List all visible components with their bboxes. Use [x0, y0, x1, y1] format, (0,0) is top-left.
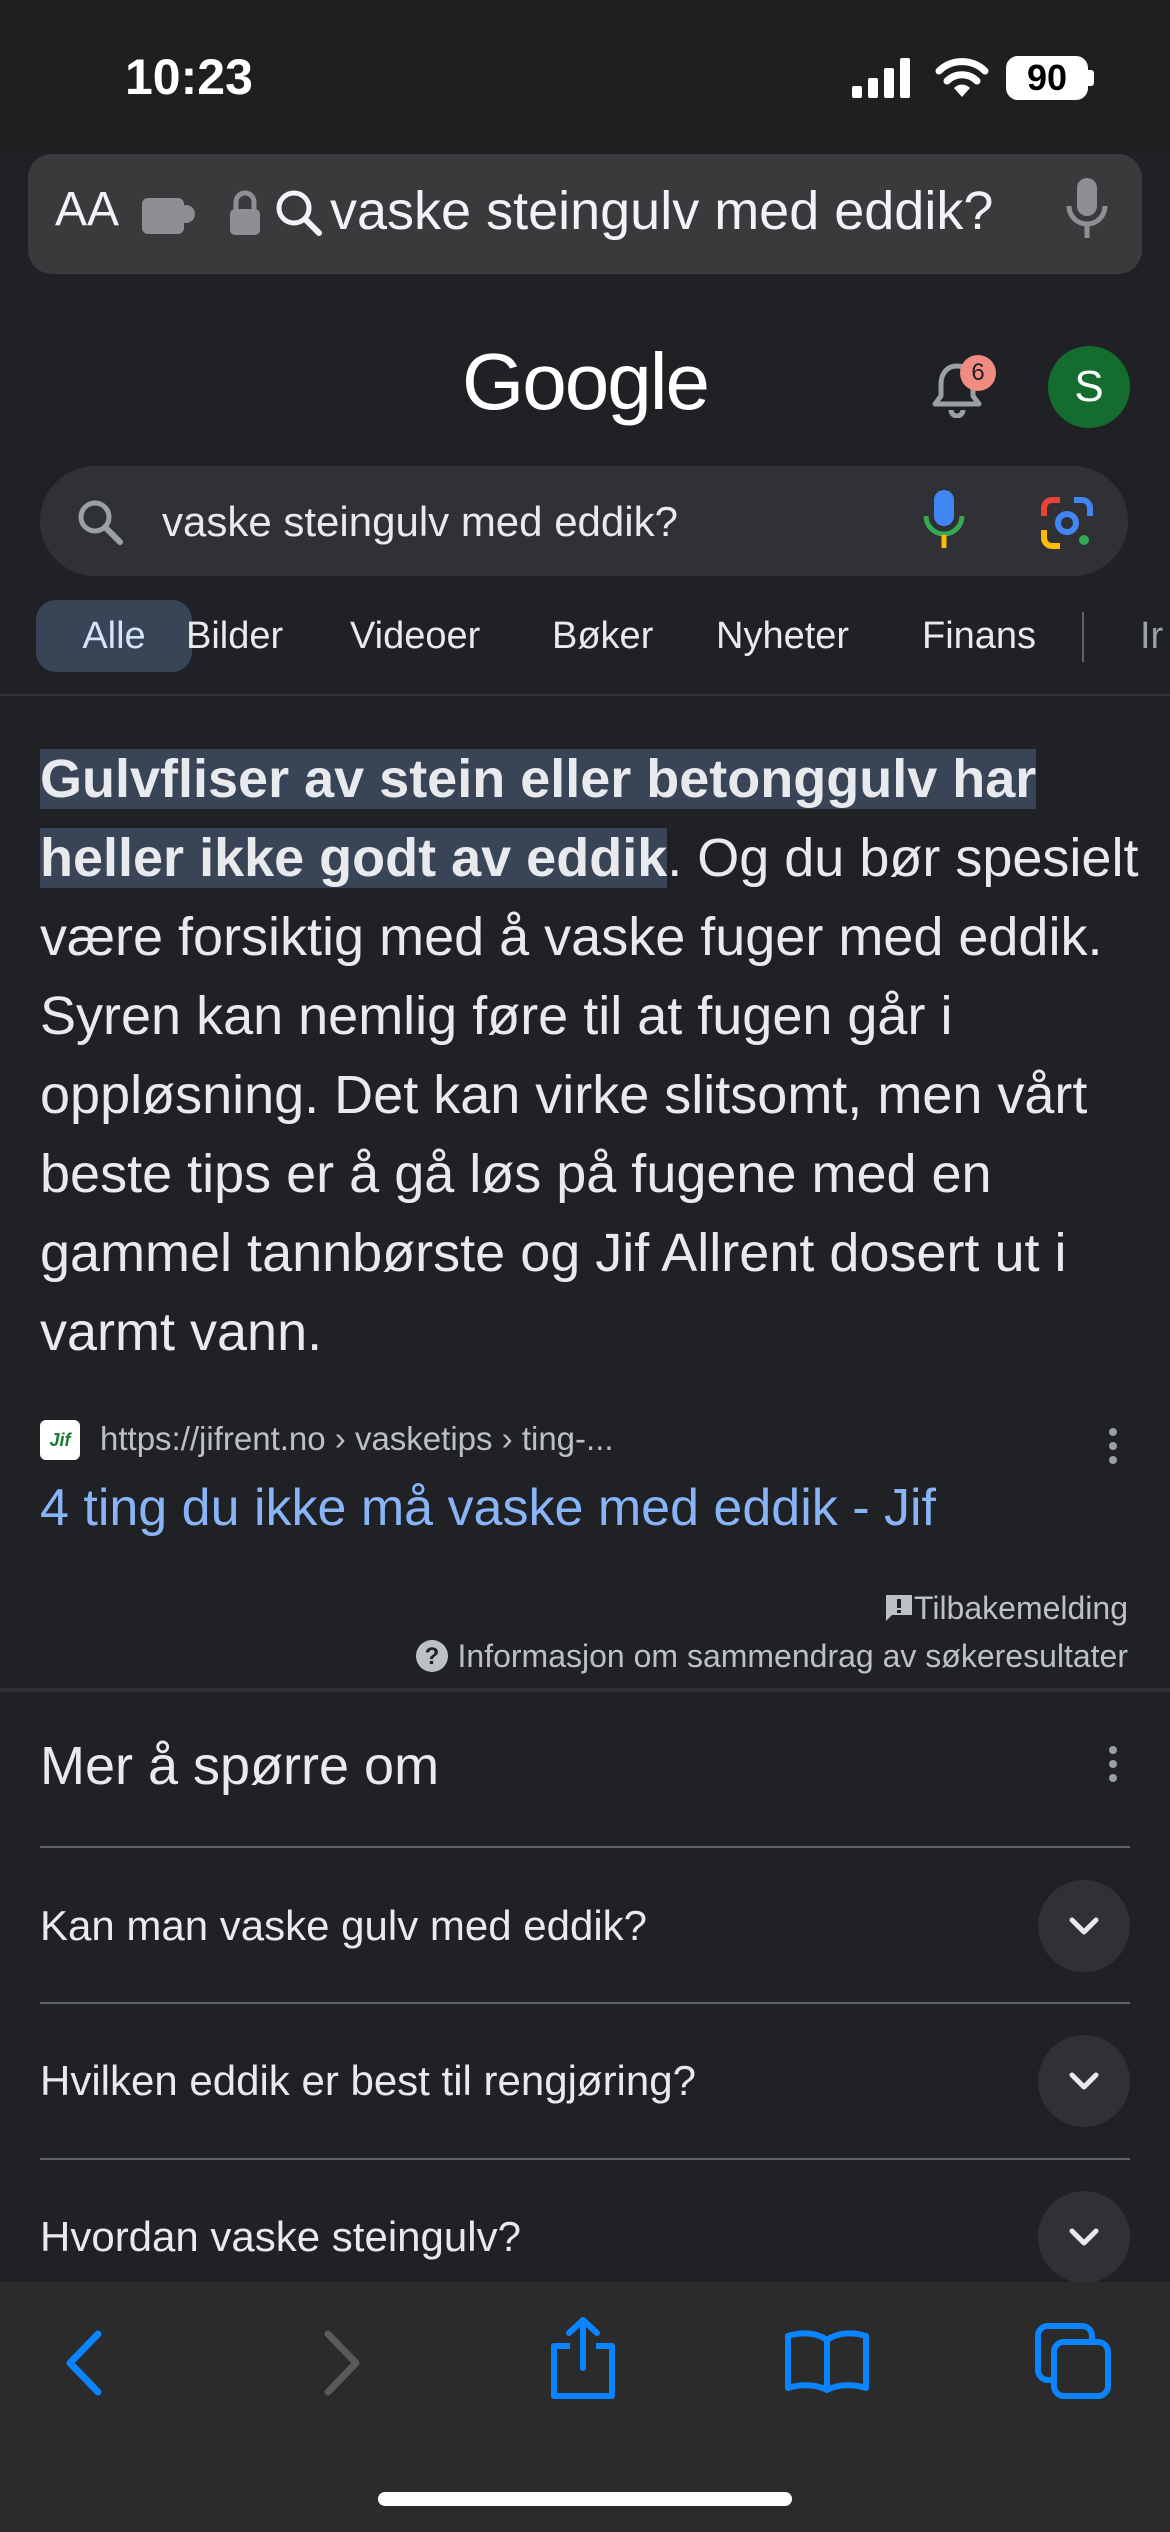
battery-indicator: 90: [1006, 56, 1088, 100]
google-lens-icon[interactable]: [1040, 496, 1094, 550]
paa-question[interactable]: Kan man vaske gulv med eddik?: [40, 1902, 647, 1950]
question-divider: [40, 2002, 1130, 2004]
forward-icon[interactable]: [316, 2328, 366, 2398]
feedback-icon: [885, 1595, 912, 1621]
search-icon: [276, 190, 322, 236]
tabs-separator: [1082, 612, 1084, 662]
featured-snippet-text: Gulvfliser av stein eller betonggulv har…: [40, 740, 1140, 1372]
section-separator: [0, 1688, 1170, 1692]
reader-aa-button[interactable]: AA: [55, 182, 119, 237]
voice-search-icon[interactable]: [922, 490, 966, 554]
back-icon[interactable]: [60, 2328, 110, 2398]
extension-puzzle-icon[interactable]: [142, 192, 198, 236]
microphone-icon[interactable]: [1064, 178, 1110, 244]
question-divider: [40, 1846, 1130, 1848]
address-text[interactable]: vaske steingulv med eddik?: [330, 180, 993, 242]
paa-question[interactable]: Hvilken eddik er best til rengjøring?: [40, 2057, 696, 2105]
expand-button[interactable]: [1038, 2191, 1130, 2283]
expand-button[interactable]: [1038, 2035, 1130, 2127]
battery-tip: [1088, 70, 1094, 86]
status-time: 10:23: [125, 49, 253, 105]
tab-more[interactable]: Ir: [1140, 600, 1163, 672]
expand-button[interactable]: [1038, 1880, 1130, 1972]
summary-info-link[interactable]: ? Informasjon om sammendrag av søkeresul…: [415, 1638, 1128, 1675]
paa-more-options-icon[interactable]: [1104, 1744, 1122, 1784]
search-icon: [78, 500, 123, 545]
tab-videoer[interactable]: Videoer: [350, 600, 480, 672]
paa-heading: Mer å spørre om: [40, 1736, 440, 1796]
share-icon[interactable]: [548, 2316, 618, 2400]
source-title-link[interactable]: 4 ting du ikke må vaske med eddik - Jif: [40, 1478, 936, 1538]
help-icon: ?: [415, 1640, 448, 1672]
source-url[interactable]: https://jifrent.no › vasketips › ting-..…: [100, 1420, 614, 1458]
svg-text:?: ?: [424, 1643, 439, 1670]
bookmarks-icon[interactable]: [784, 2328, 870, 2394]
summary-info-label: Informasjon om sammendrag av søkeresulta…: [457, 1638, 1128, 1674]
question-divider: [40, 2158, 1130, 2160]
chevron-down-icon: [1069, 2228, 1099, 2246]
search-input[interactable]: vaske steingulv med eddik?: [162, 498, 678, 546]
wifi-icon: [935, 58, 989, 97]
tab-bilder[interactable]: Bilder: [186, 600, 283, 672]
snippet-body: . Og du bør spesielt være forsiktig med …: [40, 828, 1139, 1362]
jif-favicon-text: Jif: [49, 1430, 71, 1450]
home-indicator: [378, 2492, 792, 2506]
feedback-link[interactable]: Tilbakemelding: [884, 1590, 1128, 1627]
tab-alle[interactable]: Alle: [36, 600, 192, 672]
google-logo[interactable]: Google: [0, 336, 1170, 428]
chevron-down-icon: [1069, 2072, 1099, 2090]
tab-finans[interactable]: Finans: [922, 600, 1036, 672]
tab-nyheter[interactable]: Nyheter: [716, 600, 849, 672]
tab-boker[interactable]: Bøker: [552, 600, 653, 672]
account-avatar[interactable]: S: [1048, 346, 1130, 428]
notification-badge: 6: [960, 355, 996, 391]
feedback-label: Tilbakemelding: [913, 1590, 1128, 1626]
lock-icon: [230, 190, 260, 235]
cellular-signal-icon: [852, 58, 910, 98]
paa-question[interactable]: Hvordan vaske steingulv?: [40, 2213, 521, 2261]
tabs-icon[interactable]: [1034, 2322, 1114, 2400]
more-options-icon[interactable]: [1104, 1426, 1122, 1466]
tabs-divider: [0, 694, 1170, 696]
jif-favicon: Jif: [40, 1420, 80, 1460]
chevron-down-icon: [1069, 1917, 1099, 1935]
